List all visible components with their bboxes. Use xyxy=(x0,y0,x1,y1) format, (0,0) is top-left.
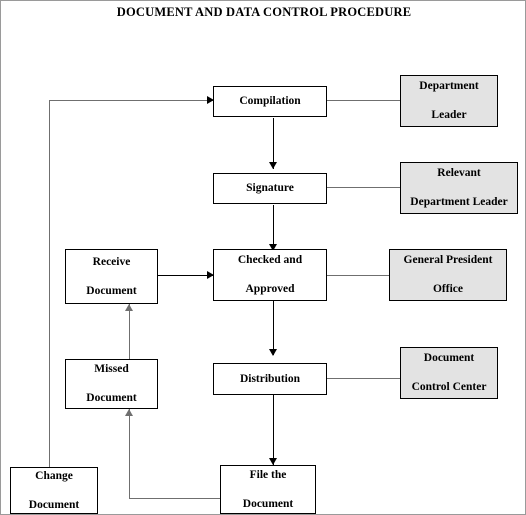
node-file-the-document-line2: Document xyxy=(242,497,294,510)
node-missed-document-line1: Missed xyxy=(94,363,129,376)
arrowhead-file-the-document xyxy=(269,458,277,465)
node-receive-document[interactable]: Receive Document xyxy=(65,249,158,304)
node-compilation-label: Compilation xyxy=(239,95,301,108)
node-checked-and-approved-line2: Approved xyxy=(245,283,295,296)
node-distribution[interactable]: Distribution xyxy=(213,363,327,395)
connector-missed-to-receive xyxy=(129,304,130,359)
node-general-president-office-line1: General President xyxy=(403,254,493,267)
connector-checked-to-distribution xyxy=(273,301,274,355)
node-general-president-office-line2: Office xyxy=(432,283,463,296)
node-change-document-line2: Document xyxy=(28,498,80,511)
arrowhead-missed-to-receive xyxy=(125,304,133,311)
node-missed-document[interactable]: Missed Document xyxy=(65,359,158,409)
flowchart-page: DOCUMENT AND DATA CONTROL PROCEDURE Comp… xyxy=(0,0,526,515)
node-department-leader-line1: Department xyxy=(419,80,479,93)
connector-file-to-missed-horizontal xyxy=(129,498,220,499)
arrowhead-signature xyxy=(269,162,277,169)
node-document-control-center[interactable]: Document Control Center xyxy=(400,347,498,399)
arrowhead-distribution xyxy=(269,349,277,356)
node-receive-document-line1: Receive xyxy=(92,255,131,268)
node-change-document-line1: Change xyxy=(35,469,73,482)
connector-compilation-to-department-leader xyxy=(327,100,400,101)
node-checked-and-approved-line1: Checked and xyxy=(237,254,303,267)
node-document-control-center-line2: Control Center xyxy=(411,381,487,394)
node-checked-and-approved[interactable]: Checked and Approved xyxy=(213,249,327,301)
node-compilation[interactable]: Compilation xyxy=(213,86,327,117)
page-title: DOCUMENT AND DATA CONTROL PROCEDURE xyxy=(116,5,412,19)
node-missed-document-line2: Document xyxy=(86,392,137,405)
arrowhead-file-to-missed xyxy=(125,409,133,416)
connector-distribution-to-file xyxy=(273,395,274,465)
node-signature-label: Signature xyxy=(246,182,294,195)
connector-distribution-to-document-control-center xyxy=(327,378,400,379)
node-general-president-office[interactable]: General President Office xyxy=(389,249,507,301)
node-department-leader-line2: Leader xyxy=(431,109,467,122)
node-document-control-center-line1: Document xyxy=(423,352,475,365)
node-department-leader[interactable]: Department Leader xyxy=(400,75,498,127)
node-file-the-document-line1: File the xyxy=(249,468,287,481)
node-receive-document-line2: Document xyxy=(86,284,137,297)
connector-checked-to-general-president-office xyxy=(327,275,389,276)
node-relevant-department-leader-line1: Relevant xyxy=(437,167,481,180)
node-distribution-label: Distribution xyxy=(239,372,301,385)
connector-signature-to-relevant-department-leader xyxy=(327,187,400,188)
node-file-the-document[interactable]: File the Document xyxy=(220,465,316,514)
node-relevant-department-leader-line2: Department Leader xyxy=(410,196,508,209)
connector-file-to-missed-vertical xyxy=(129,409,130,499)
node-relevant-department-leader[interactable]: Relevant Department Leader xyxy=(400,162,518,214)
connector-change-to-compilation-horizontal xyxy=(49,100,213,101)
connector-change-to-compilation-vertical xyxy=(49,100,50,467)
connector-receive-to-checked xyxy=(158,275,213,276)
node-change-document[interactable]: Change Document xyxy=(10,467,98,514)
node-signature[interactable]: Signature xyxy=(213,173,327,204)
